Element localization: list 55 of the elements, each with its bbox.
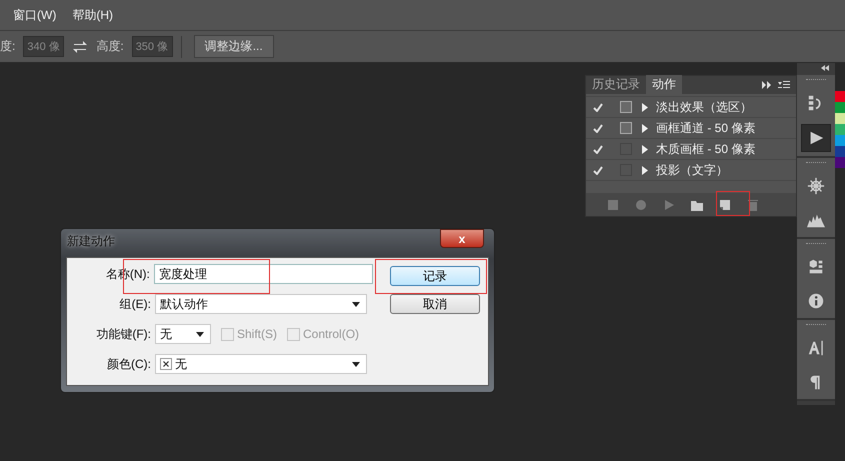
no-color-icon: [160, 358, 172, 370]
color-swatch[interactable]: [835, 91, 845, 102]
name-input[interactable]: 宽度处理: [154, 264, 373, 284]
check-icon[interactable]: [593, 166, 603, 174]
dialog-toggle[interactable]: [620, 122, 632, 134]
menu-item[interactable]: 窗口(W): [13, 6, 56, 24]
action-name[interactable]: 木质画框 - 50 像素: [656, 140, 756, 158]
highlight-frame: [716, 191, 750, 216]
expand-triangle-icon[interactable]: [642, 102, 648, 112]
check-icon[interactable]: [593, 102, 603, 112]
double-arrow-icon[interactable]: [762, 81, 772, 89]
panel-menu-icon[interactable]: [778, 81, 790, 89]
info-icon[interactable]: [807, 292, 825, 310]
dropdown-arrow-icon: [352, 362, 360, 366]
cube-list-icon[interactable]: [807, 258, 825, 276]
color-swatch[interactable]: [835, 157, 845, 168]
color-dropdown[interactable]: 无: [155, 354, 367, 374]
action-name[interactable]: 画框通道 - 50 像素: [656, 120, 756, 136]
check-icon[interactable]: [593, 124, 603, 132]
menu-item[interactable]: 帮助(H): [72, 6, 113, 24]
swap-arrows-icon[interactable]: [72, 40, 88, 54]
color-swatch[interactable]: [835, 102, 845, 113]
width-label: 度:: [0, 38, 16, 55]
panel-tab[interactable]: 历史记录: [586, 75, 646, 94]
dialog-toggle[interactable]: [620, 101, 632, 113]
group-dropdown[interactable]: 默认动作: [155, 294, 367, 314]
expand-triangle-icon[interactable]: [642, 166, 648, 174]
dialog-title: 新建动作: [67, 233, 115, 250]
close-button[interactable]: x: [440, 229, 484, 248]
folder-icon[interactable]: [690, 198, 704, 212]
action-name[interactable]: 淡出效果（选区）: [656, 98, 752, 116]
expand-triangle-icon[interactable]: [642, 124, 648, 132]
dialog-button[interactable]: 取消: [390, 294, 480, 314]
function-key-dropdown[interactable]: 无: [155, 324, 211, 344]
dock-button[interactable]: [801, 124, 831, 152]
panel-tab[interactable]: 动作: [646, 75, 682, 94]
color-swatch[interactable]: [835, 135, 845, 146]
dropdown-arrow-icon: [196, 332, 204, 336]
collapse-arrows-icon[interactable]: [821, 65, 829, 71]
dropdown-arrow-icon: [352, 302, 360, 306]
color-swatch[interactable]: [835, 146, 845, 157]
ship-wheel-icon[interactable]: [807, 177, 825, 195]
dialog-button[interactable]: 记录: [390, 266, 480, 286]
action-name[interactable]: 投影（文字）: [656, 162, 728, 178]
height-label: 高度:: [96, 38, 124, 55]
new-page-icon[interactable]: [718, 198, 732, 212]
refine-edge-button[interactable]: 调整边缘...: [194, 35, 274, 58]
color-swatch[interactable]: [835, 124, 845, 135]
field-label: 颜色(C):: [106, 356, 151, 372]
field-label: 功能键(F):: [95, 326, 151, 342]
expand-triangle-icon[interactable]: [642, 144, 648, 154]
check-icon[interactable]: [593, 144, 603, 154]
field-label: 组(E):: [118, 296, 151, 312]
color-swatch[interactable]: [835, 113, 845, 124]
character-icon[interactable]: [807, 339, 825, 357]
